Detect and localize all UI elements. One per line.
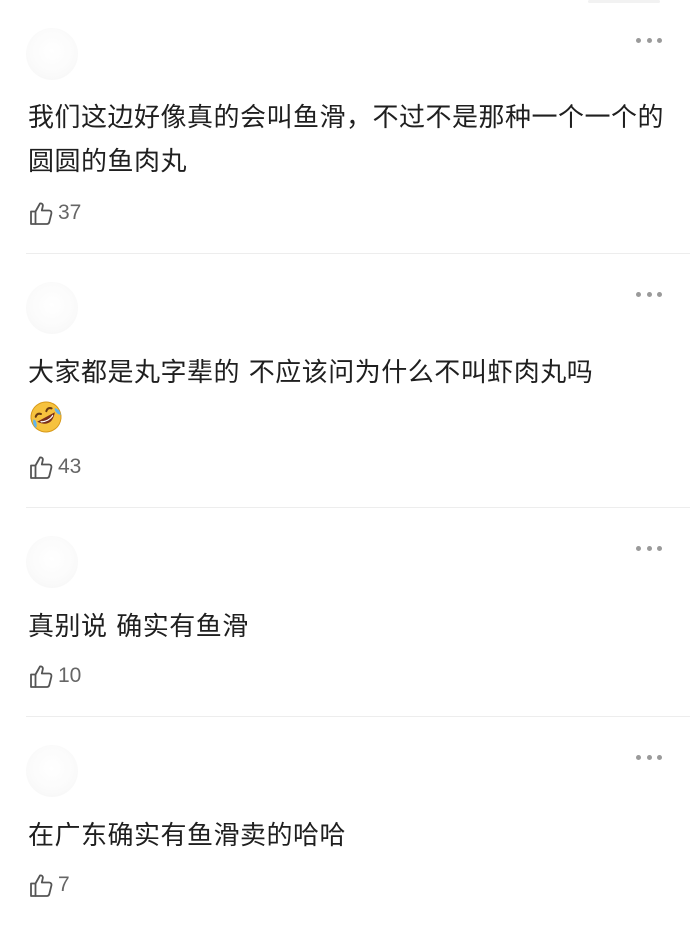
like-button[interactable]: 37 [28,199,81,227]
comment-text: 真别说 确实有鱼滑 [28,612,249,642]
more-options-icon[interactable] [636,290,662,298]
like-count: 37 [58,201,82,224]
avatar[interactable] [26,28,78,80]
thumbs-up-icon [30,202,53,225]
comment-item: 我们这边好像真的会叫鱼滑，不过不是那种一个一个的圆圆的鱼肉丸 37 [0,0,690,254]
more-options-icon[interactable] [636,544,662,552]
thumbs-up-icon [30,874,53,897]
like-count: 10 [58,664,82,687]
thumbs-up-icon [30,665,53,688]
comment-text: 在广东确实有鱼滑卖的哈哈 [28,821,347,851]
like-button[interactable]: 43 [28,453,81,481]
rolling-on-floor-laughing-emoji [30,401,62,433]
thumbs-up-icon [30,456,53,479]
like-button[interactable]: 7 [28,871,70,899]
comment-item: 在广东确实有鱼滑卖的哈哈 7 [0,717,690,926]
avatar[interactable] [26,282,78,334]
like-button[interactable]: 10 [28,662,81,690]
avatar[interactable] [26,745,78,797]
like-count: 43 [58,455,82,478]
like-count: 7 [58,873,70,896]
comment-text: 大家都是丸字辈的 不应该问为什么不叫虾肉丸吗 [28,358,594,388]
avatar[interactable] [26,536,78,588]
more-options-icon[interactable] [636,753,662,761]
comment-item: 真别说 确实有鱼滑 10 [0,508,690,717]
comment-item: 大家都是丸字辈的 不应该问为什么不叫虾肉丸吗 43 [0,254,690,508]
more-options-icon[interactable] [636,36,662,44]
comment-text: 我们这边好像真的会叫鱼滑，不过不是那种一个一个的圆圆的鱼肉丸 [28,103,665,177]
